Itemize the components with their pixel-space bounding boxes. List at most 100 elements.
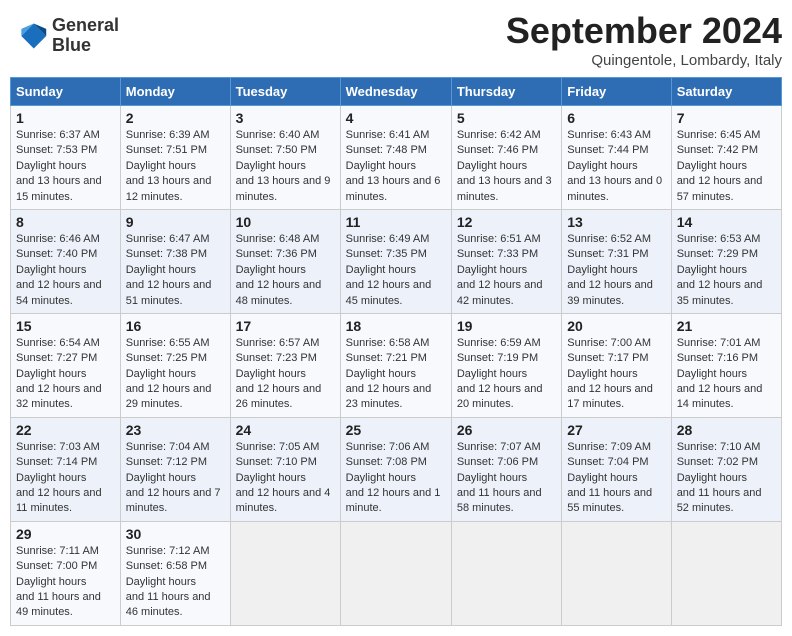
day-number: 28 xyxy=(677,422,776,438)
cell-info: Sunrise: 6:39 AM Sunset: 7:51 PM Dayligh… xyxy=(126,128,225,205)
calendar-cell: 11 Sunrise: 6:49 AM Sunset: 7:35 PM Dayl… xyxy=(340,209,451,313)
calendar-cell: 20 Sunrise: 7:00 AM Sunset: 7:17 PM Dayl… xyxy=(562,313,671,417)
calendar-cell xyxy=(671,521,781,625)
calendar-cell: 6 Sunrise: 6:43 AM Sunset: 7:44 PM Dayli… xyxy=(562,106,671,210)
day-number: 18 xyxy=(346,318,446,334)
cell-info: Sunrise: 7:05 AM Sunset: 7:10 PM Dayligh… xyxy=(236,440,335,517)
calendar-cell: 24 Sunrise: 7:05 AM Sunset: 7:10 PM Dayl… xyxy=(230,417,340,521)
cell-info: Sunrise: 6:47 AM Sunset: 7:38 PM Dayligh… xyxy=(126,232,225,309)
cell-info: Sunrise: 6:58 AM Sunset: 7:21 PM Dayligh… xyxy=(346,336,446,413)
day-number: 16 xyxy=(126,318,225,334)
day-number: 29 xyxy=(16,526,115,542)
cell-info: Sunrise: 6:37 AM Sunset: 7:53 PM Dayligh… xyxy=(16,128,115,205)
day-header-sunday: Sunday xyxy=(11,78,121,106)
calendar-cell: 8 Sunrise: 6:46 AM Sunset: 7:40 PM Dayli… xyxy=(11,209,121,313)
day-number: 17 xyxy=(236,318,335,334)
cell-info: Sunrise: 6:43 AM Sunset: 7:44 PM Dayligh… xyxy=(567,128,665,205)
cell-info: Sunrise: 6:54 AM Sunset: 7:27 PM Dayligh… xyxy=(16,336,115,413)
day-number: 19 xyxy=(457,318,556,334)
day-number: 15 xyxy=(16,318,115,334)
calendar-cell: 22 Sunrise: 7:03 AM Sunset: 7:14 PM Dayl… xyxy=(11,417,121,521)
calendar-cell: 28 Sunrise: 7:10 AM Sunset: 7:02 PM Dayl… xyxy=(671,417,781,521)
cell-info: Sunrise: 6:52 AM Sunset: 7:31 PM Dayligh… xyxy=(567,232,665,309)
cell-info: Sunrise: 6:49 AM Sunset: 7:35 PM Dayligh… xyxy=(346,232,446,309)
logo-line2: Blue xyxy=(52,36,119,56)
calendar-cell: 5 Sunrise: 6:42 AM Sunset: 7:46 PM Dayli… xyxy=(451,106,561,210)
day-number: 4 xyxy=(346,110,446,126)
cell-info: Sunrise: 7:00 AM Sunset: 7:17 PM Dayligh… xyxy=(567,336,665,413)
day-number: 1 xyxy=(16,110,115,126)
calendar-cell: 10 Sunrise: 6:48 AM Sunset: 7:36 PM Dayl… xyxy=(230,209,340,313)
cell-info: Sunrise: 7:12 AM Sunset: 6:58 PM Dayligh… xyxy=(126,544,225,621)
day-number: 6 xyxy=(567,110,665,126)
day-number: 12 xyxy=(457,214,556,230)
day-number: 10 xyxy=(236,214,335,230)
cell-info: Sunrise: 7:03 AM Sunset: 7:14 PM Dayligh… xyxy=(16,440,115,517)
month-title: September 2024 xyxy=(506,10,782,52)
calendar-cell: 15 Sunrise: 6:54 AM Sunset: 7:27 PM Dayl… xyxy=(11,313,121,417)
day-header-friday: Friday xyxy=(562,78,671,106)
cell-info: Sunrise: 7:06 AM Sunset: 7:08 PM Dayligh… xyxy=(346,440,446,517)
cell-info: Sunrise: 6:45 AM Sunset: 7:42 PM Dayligh… xyxy=(677,128,776,205)
day-number: 24 xyxy=(236,422,335,438)
calendar-cell xyxy=(340,521,451,625)
day-number: 5 xyxy=(457,110,556,126)
location-subtitle: Quingentole, Lombardy, Italy xyxy=(506,52,782,69)
day-number: 20 xyxy=(567,318,665,334)
cell-info: Sunrise: 6:53 AM Sunset: 7:29 PM Dayligh… xyxy=(677,232,776,309)
calendar-cell: 19 Sunrise: 6:59 AM Sunset: 7:19 PM Dayl… xyxy=(451,313,561,417)
day-number: 23 xyxy=(126,422,225,438)
calendar-cell: 23 Sunrise: 7:04 AM Sunset: 7:12 PM Dayl… xyxy=(120,417,230,521)
calendar-cell: 1 Sunrise: 6:37 AM Sunset: 7:53 PM Dayli… xyxy=(11,106,121,210)
cell-info: Sunrise: 7:04 AM Sunset: 7:12 PM Dayligh… xyxy=(126,440,225,517)
calendar-cell: 12 Sunrise: 6:51 AM Sunset: 7:33 PM Dayl… xyxy=(451,209,561,313)
calendar-cell: 27 Sunrise: 7:09 AM Sunset: 7:04 PM Dayl… xyxy=(562,417,671,521)
cell-info: Sunrise: 7:07 AM Sunset: 7:06 PM Dayligh… xyxy=(457,440,556,517)
cell-info: Sunrise: 7:01 AM Sunset: 7:16 PM Dayligh… xyxy=(677,336,776,413)
day-number: 2 xyxy=(126,110,225,126)
logo-icon xyxy=(16,20,48,52)
calendar-cell xyxy=(562,521,671,625)
calendar-cell: 26 Sunrise: 7:07 AM Sunset: 7:06 PM Dayl… xyxy=(451,417,561,521)
calendar-cell: 25 Sunrise: 7:06 AM Sunset: 7:08 PM Dayl… xyxy=(340,417,451,521)
title-area: September 2024 Quingentole, Lombardy, It… xyxy=(506,10,782,69)
calendar-cell: 18 Sunrise: 6:58 AM Sunset: 7:21 PM Dayl… xyxy=(340,313,451,417)
day-number: 7 xyxy=(677,110,776,126)
day-header-monday: Monday xyxy=(120,78,230,106)
day-number: 26 xyxy=(457,422,556,438)
calendar-cell: 14 Sunrise: 6:53 AM Sunset: 7:29 PM Dayl… xyxy=(671,209,781,313)
day-number: 27 xyxy=(567,422,665,438)
cell-info: Sunrise: 7:09 AM Sunset: 7:04 PM Dayligh… xyxy=(567,440,665,517)
day-number: 25 xyxy=(346,422,446,438)
calendar-cell: 30 Sunrise: 7:12 AM Sunset: 6:58 PM Dayl… xyxy=(120,521,230,625)
day-header-thursday: Thursday xyxy=(451,78,561,106)
logo-line1: General xyxy=(52,16,119,36)
calendar-table: SundayMondayTuesdayWednesdayThursdayFrid… xyxy=(10,77,782,626)
calendar-cell: 9 Sunrise: 6:47 AM Sunset: 7:38 PM Dayli… xyxy=(120,209,230,313)
day-header-tuesday: Tuesday xyxy=(230,78,340,106)
day-number: 13 xyxy=(567,214,665,230)
calendar-cell: 13 Sunrise: 6:52 AM Sunset: 7:31 PM Dayl… xyxy=(562,209,671,313)
cell-info: Sunrise: 6:42 AM Sunset: 7:46 PM Dayligh… xyxy=(457,128,556,205)
calendar-cell: 7 Sunrise: 6:45 AM Sunset: 7:42 PM Dayli… xyxy=(671,106,781,210)
day-header-wednesday: Wednesday xyxy=(340,78,451,106)
day-number: 3 xyxy=(236,110,335,126)
day-header-saturday: Saturday xyxy=(671,78,781,106)
cell-info: Sunrise: 6:59 AM Sunset: 7:19 PM Dayligh… xyxy=(457,336,556,413)
cell-info: Sunrise: 6:46 AM Sunset: 7:40 PM Dayligh… xyxy=(16,232,115,309)
logo: General Blue xyxy=(10,10,125,62)
calendar-cell: 29 Sunrise: 7:11 AM Sunset: 7:00 PM Dayl… xyxy=(11,521,121,625)
day-number: 9 xyxy=(126,214,225,230)
calendar-cell: 17 Sunrise: 6:57 AM Sunset: 7:23 PM Dayl… xyxy=(230,313,340,417)
calendar-cell: 16 Sunrise: 6:55 AM Sunset: 7:25 PM Dayl… xyxy=(120,313,230,417)
cell-info: Sunrise: 7:10 AM Sunset: 7:02 PM Dayligh… xyxy=(677,440,776,517)
day-number: 22 xyxy=(16,422,115,438)
day-number: 14 xyxy=(677,214,776,230)
cell-info: Sunrise: 6:40 AM Sunset: 7:50 PM Dayligh… xyxy=(236,128,335,205)
day-number: 21 xyxy=(677,318,776,334)
cell-info: Sunrise: 6:41 AM Sunset: 7:48 PM Dayligh… xyxy=(346,128,446,205)
cell-info: Sunrise: 6:51 AM Sunset: 7:33 PM Dayligh… xyxy=(457,232,556,309)
day-number: 11 xyxy=(346,214,446,230)
calendar-cell xyxy=(451,521,561,625)
day-number: 8 xyxy=(16,214,115,230)
